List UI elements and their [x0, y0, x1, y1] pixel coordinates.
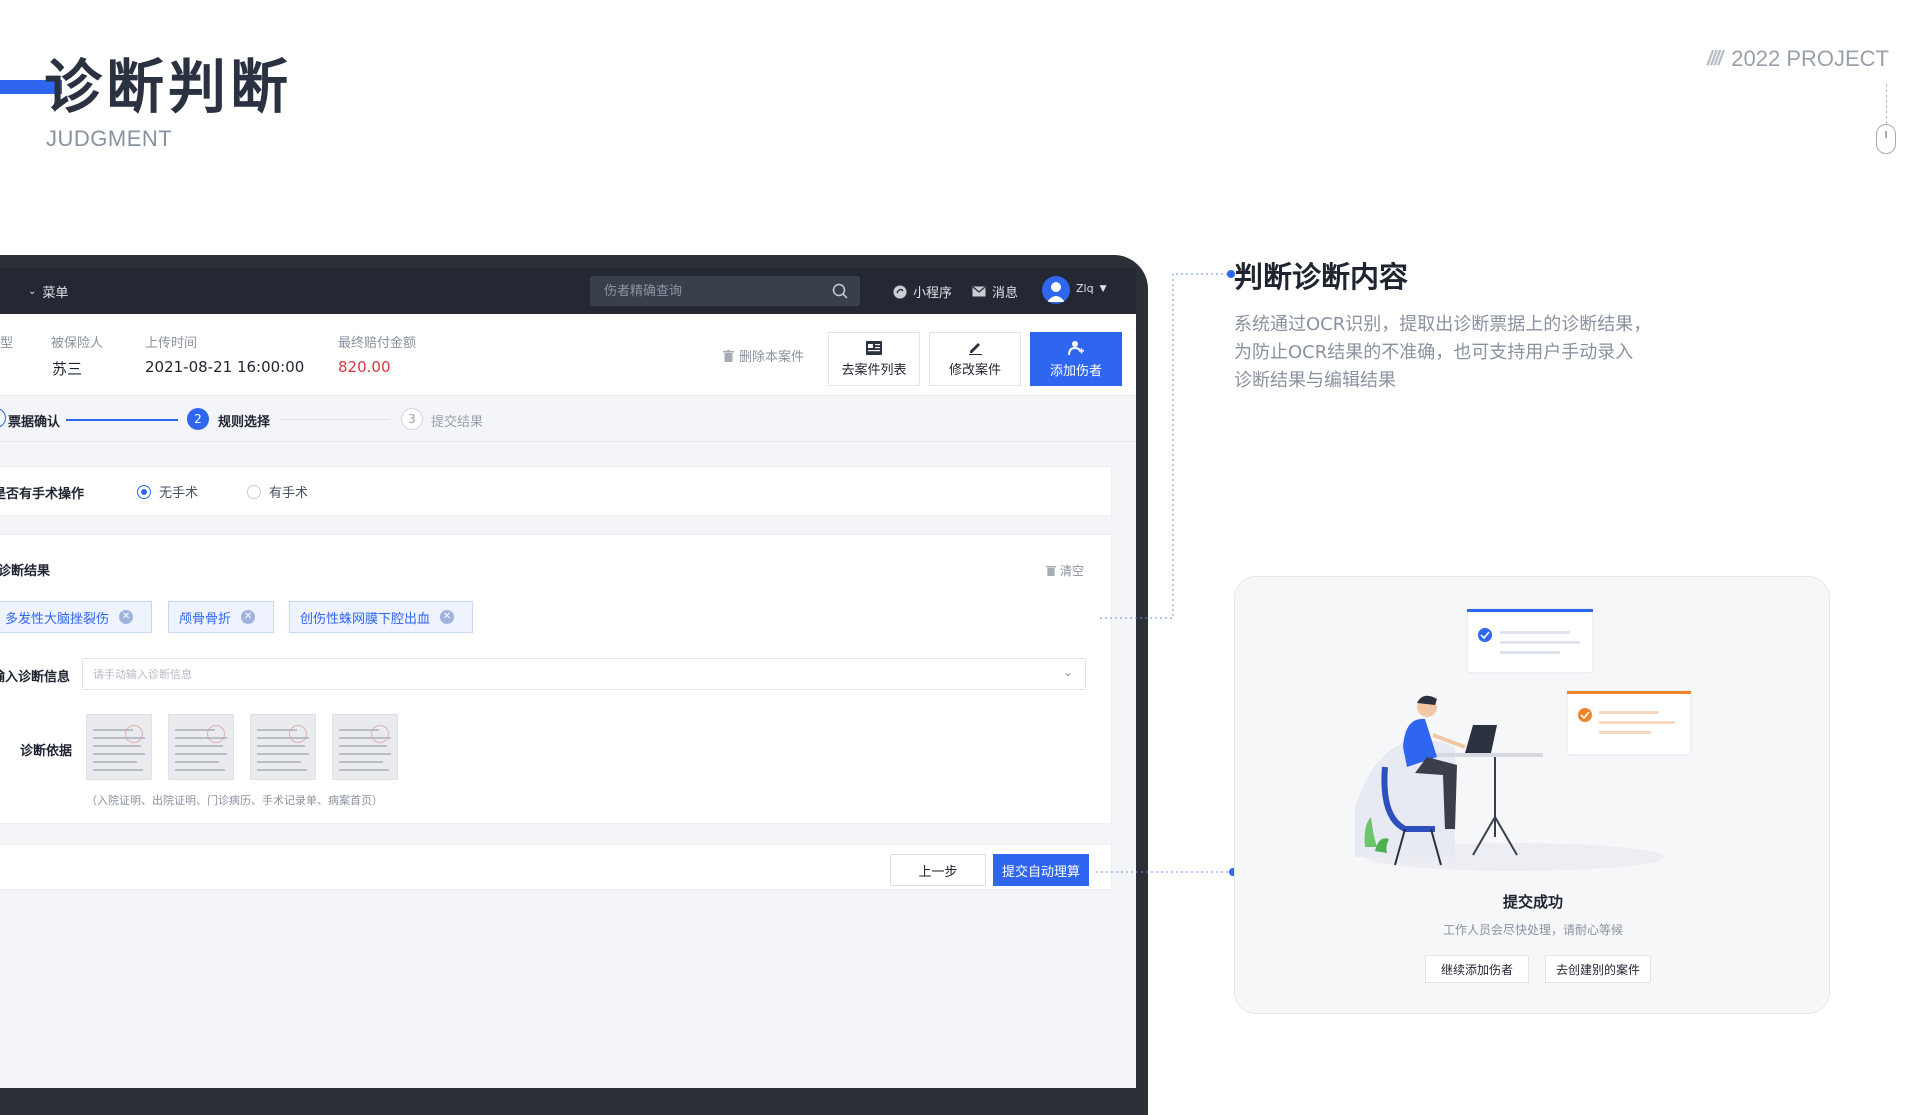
prev-step-button[interactable]: 上一步 — [890, 854, 986, 886]
chevron-down-icon[interactable]: ⌄ — [1063, 665, 1073, 679]
scroll-guide-line — [1886, 84, 1887, 124]
menu-toggle[interactable]: ⌄ 菜单 — [28, 282, 68, 301]
annotation-title: 判断诊断内容 — [1234, 260, 1409, 294]
final-amount-label: 最终赔付金额 — [338, 336, 417, 351]
app-topbar: ⌄ 菜单 小程序 消息 Zlq — [0, 268, 1136, 314]
add-injured-label: 添加伤者 — [1049, 363, 1102, 379]
mini-program-icon — [893, 285, 907, 298]
step-line-1 — [66, 419, 178, 421]
menu-label: 菜单 — [42, 286, 69, 301]
type-label: 型 — [0, 336, 14, 351]
step-2-number: 2 — [187, 408, 209, 430]
case-summary: 型 被保险人 苏三 上传时间 2021-08-21 16:00:00 最终赔付金… — [0, 314, 1136, 396]
delete-case-label: 删除本案件 — [739, 350, 805, 365]
edit-case-label: 修改案件 — [948, 363, 1001, 378]
user-name: Zlq — [1076, 282, 1094, 295]
no-surgery-label: 无手术 — [159, 486, 199, 501]
annotation-connectors — [1096, 273, 1231, 873]
diagnosis-tag-text: 多发性大脑挫裂伤 — [5, 611, 110, 627]
step-line-2 — [280, 419, 390, 420]
diagnosis-basis-label: 诊断依据 — [20, 744, 73, 759]
slash-decoration-icon: //// — [1707, 47, 1723, 70]
annotation-line-2: 为防止OCR结果的不准确，也可支持用户手动录入 — [1234, 342, 1634, 363]
clear-diagnosis-button[interactable]: 清空 — [1046, 562, 1084, 579]
avatar[interactable] — [1042, 276, 1070, 304]
mini-program-label: 小程序 — [913, 286, 953, 301]
trash-icon — [723, 349, 734, 362]
success-description: 工作人员会尽快处理，请耐心等候 — [1442, 923, 1623, 937]
radio-no-surgery[interactable]: 无手术 — [137, 482, 198, 501]
diagnosis-tag[interactable]: 多发性大脑挫裂伤 ✕ — [0, 601, 152, 633]
radio-dot — [137, 484, 151, 499]
manual-diagnosis-label: 输入诊断信息 — [0, 670, 71, 685]
success-illustration — [1355, 608, 1692, 871]
mail-icon — [972, 286, 986, 297]
insured-value: 苏三 — [52, 360, 83, 378]
step-1-label[interactable]: 票据确认 — [8, 411, 60, 430]
manual-diagnosis-input[interactable] — [83, 659, 1043, 689]
has-surgery-label: 有手术 — [269, 486, 309, 501]
search-input[interactable] — [590, 276, 810, 306]
remove-tag-icon[interactable]: ✕ — [440, 610, 455, 624]
diagnosis-tag[interactable]: 创伤性蛛网膜下腔出血 ✕ — [289, 601, 473, 633]
document-thumbnail[interactable] — [168, 714, 234, 780]
remove-tag-icon[interactable]: ✕ — [241, 610, 256, 624]
upload-time-label: 上传时间 — [145, 336, 198, 351]
edit-case-button[interactable]: 修改案件 — [929, 332, 1021, 386]
step-3-number: 3 — [401, 408, 423, 430]
success-title: 提交成功 — [1502, 893, 1563, 911]
progress-steps: 票据确认 2 规则选择 3 提交结果 — [0, 396, 1136, 442]
case-list-button[interactable]: 去案件列表 — [828, 332, 920, 386]
diagnosis-tag-text: 创伤性蛛网膜下腔出血 — [300, 611, 431, 627]
project-label: //// 2022 PROJECT — [1707, 46, 1889, 72]
surgery-card: 是否有手术操作 无手术 有手术 — [0, 466, 1112, 516]
step-3-label[interactable]: 提交结果 — [431, 411, 483, 430]
insured-label: 被保险人 — [51, 336, 104, 351]
final-amount-value: 820.00 — [338, 358, 391, 376]
delete-case-button[interactable]: 删除本案件 — [723, 346, 804, 365]
annotation-line-3: 诊断结果与编辑结果 — [1234, 370, 1396, 391]
clear-label: 清空 — [1060, 564, 1085, 578]
case-list-label: 去案件列表 — [841, 362, 907, 378]
annotation-line-1: 系统通过OCR识别，提取出诊断票据上的诊断结果， — [1234, 314, 1652, 335]
messages-label: 消息 — [992, 286, 1019, 301]
submit-auto-calc-button[interactable]: 提交自动理算 — [993, 854, 1089, 886]
document-thumbnail[interactable] — [250, 714, 316, 780]
diagnosis-result-label: 诊断结果 — [0, 564, 51, 579]
step-2-label[interactable]: 规则选择 — [218, 411, 270, 430]
success-panel: 提交成功 工作人员会尽快处理，请耐心等候 继续添加伤者 去创建别的案件 — [1234, 576, 1830, 1014]
remove-tag-icon[interactable]: ✕ — [119, 610, 134, 624]
radio-dot — [247, 484, 261, 499]
edit-pencil-icon — [968, 343, 982, 355]
step-1-check-icon — [0, 408, 6, 428]
mouse-scroll-icon — [1876, 124, 1896, 154]
document-thumbnail[interactable] — [332, 714, 398, 780]
user-avatar-icon — [1047, 282, 1065, 302]
trash-icon — [1046, 565, 1056, 576]
mini-program-link[interactable]: 小程序 — [893, 282, 952, 301]
add-person-icon — [1068, 340, 1084, 355]
page-subtitle: JUDGMENT — [46, 126, 173, 151]
document-thumbnail[interactable] — [86, 714, 152, 780]
project-label-text: 2022 PROJECT — [1731, 46, 1889, 71]
search-icon[interactable] — [832, 283, 848, 299]
manual-diagnosis-field[interactable]: ⌄ — [82, 658, 1086, 690]
chevron-down-icon: ⌄ — [28, 286, 37, 297]
messages-link[interactable]: 消息 — [972, 282, 1018, 301]
continue-add-injured-button[interactable]: 继续添加伤者 — [1425, 955, 1529, 983]
diagnosis-basis-note: （入院证明、出院证明、门诊病历、手术记录单、病案首页） — [86, 794, 383, 807]
search-box — [590, 276, 860, 306]
diagnosis-tag[interactable]: 颅骨骨折 ✕ — [168, 601, 274, 633]
create-other-case-button[interactable]: 去创建别的案件 — [1545, 955, 1651, 983]
diagnosis-tag-text: 颅骨骨折 — [179, 611, 232, 627]
list-icon — [866, 340, 882, 355]
app-screen: ⌄ 菜单 小程序 消息 Zlq — [0, 268, 1136, 1088]
radio-has-surgery[interactable]: 有手术 — [247, 482, 308, 501]
upload-time-value: 2021-08-21 16:00:00 — [145, 358, 305, 376]
page-title: 诊断判断 — [44, 53, 293, 121]
surgery-label: 是否有手术操作 — [0, 487, 85, 502]
